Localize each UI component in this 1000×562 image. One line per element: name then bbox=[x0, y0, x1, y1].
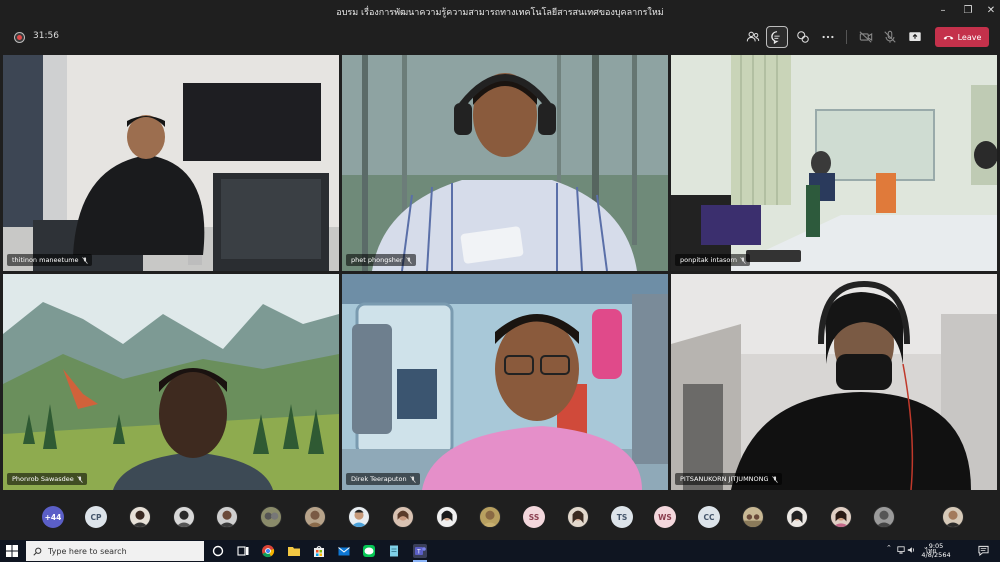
mic-muted-icon bbox=[740, 256, 746, 264]
participant-name: Direk Teeraputon bbox=[351, 475, 407, 483]
share-tray-icon[interactable] bbox=[792, 26, 814, 48]
mic-muted-icon bbox=[409, 475, 416, 483]
avatar-initials[interactable]: WS bbox=[654, 506, 676, 528]
search-placeholder: Type here to search bbox=[48, 546, 127, 556]
video-tile-1[interactable]: thitinon maneetume bbox=[3, 55, 339, 271]
line-app-icon[interactable] bbox=[362, 544, 376, 558]
mail-icon[interactable] bbox=[337, 544, 351, 558]
mic-muted-icon bbox=[771, 475, 778, 483]
mic-muted-icon bbox=[405, 256, 412, 264]
clock-time: 9:05 bbox=[928, 542, 944, 550]
avatar[interactable] bbox=[304, 506, 326, 528]
meeting-toolbar: 31:56 Leave bbox=[0, 22, 1000, 52]
avatar[interactable] bbox=[129, 506, 151, 528]
participant-name: PITSANUKORN JITJUMNONG bbox=[680, 475, 769, 483]
video-tile-4[interactable]: Phonrob Sawasdee bbox=[3, 274, 339, 490]
participant-nametag: phet phongsher bbox=[346, 254, 416, 266]
mic-off-icon[interactable] bbox=[879, 26, 901, 48]
file-explorer-icon[interactable] bbox=[287, 544, 301, 558]
close-icon[interactable]: ✕ bbox=[978, 2, 1000, 20]
clock-date: 4/8/2564 bbox=[921, 551, 951, 559]
notifications-icon[interactable] bbox=[978, 545, 989, 556]
chrome-icon[interactable] bbox=[261, 544, 275, 558]
participant-name: thitinon maneetume bbox=[12, 256, 79, 264]
avatar[interactable] bbox=[567, 506, 589, 528]
avatar[interactable] bbox=[830, 506, 852, 528]
participant-nametag: Direk Teeraputon bbox=[346, 473, 420, 485]
mic-muted-icon bbox=[77, 475, 83, 483]
participant-nametag: ponpitak intasorn bbox=[675, 254, 751, 266]
phone-hangup-icon bbox=[943, 35, 953, 40]
windows-start-icon[interactable] bbox=[6, 545, 18, 557]
title-bar: อบรม เรื่องการพัฒนาความรู้ความสามารถทางเ… bbox=[0, 0, 1000, 22]
taskbar-clock[interactable]: 9:05 4/8/2564 bbox=[914, 542, 958, 560]
tray-overflow-icon[interactable]: ⌃ bbox=[886, 544, 892, 552]
chat-icon[interactable] bbox=[766, 26, 788, 48]
notepad-icon[interactable] bbox=[387, 544, 401, 558]
avatar[interactable] bbox=[742, 506, 764, 528]
svg-text:T: T bbox=[416, 549, 421, 556]
avatar[interactable] bbox=[216, 506, 238, 528]
meeting-timer: 31:56 bbox=[33, 31, 59, 41]
participant-name: phet phongsher bbox=[351, 256, 403, 264]
leave-button[interactable]: Leave bbox=[935, 27, 989, 47]
video-feed bbox=[342, 55, 668, 271]
minimize-icon[interactable]: – bbox=[930, 2, 956, 20]
windows-taskbar: Type here to search T ⌃ ไทย 9:05 4/8/256… bbox=[0, 540, 1000, 562]
avatar[interactable] bbox=[436, 506, 458, 528]
video-feed bbox=[671, 55, 997, 271]
avatar-initials[interactable]: CP bbox=[85, 506, 107, 528]
teams-icon[interactable]: T bbox=[413, 544, 427, 558]
avatar[interactable] bbox=[392, 506, 414, 528]
avatar[interactable] bbox=[173, 506, 195, 528]
avatar-initials[interactable]: SS bbox=[523, 506, 545, 528]
video-tile-2[interactable]: phet phongsher bbox=[342, 55, 668, 271]
share-screen-icon[interactable] bbox=[904, 26, 926, 48]
participant-name: Phonrob Sawasdee bbox=[12, 475, 74, 483]
people-icon[interactable] bbox=[742, 26, 764, 48]
taskbar-search-box[interactable]: Type here to search bbox=[26, 541, 204, 561]
avatar-initials[interactable]: TS bbox=[611, 506, 633, 528]
participant-strip: +44 CP SS TS WS CC bbox=[0, 494, 1000, 540]
more-icon[interactable] bbox=[817, 26, 839, 48]
avatar-initials[interactable]: CC bbox=[698, 506, 720, 528]
store-icon[interactable] bbox=[312, 544, 326, 558]
window-title: อบรม เรื่องการพัฒนาความรู้ความสามารถทางเ… bbox=[336, 8, 664, 18]
search-icon bbox=[33, 547, 42, 556]
leave-label: Leave bbox=[957, 32, 982, 42]
participant-nametag: Phonrob Sawasdee bbox=[7, 473, 87, 485]
participant-name: ponpitak intasorn bbox=[680, 256, 738, 264]
camera-off-icon[interactable] bbox=[855, 26, 877, 48]
toolbar-divider bbox=[846, 30, 847, 44]
video-tile-3[interactable]: ponpitak intasorn bbox=[671, 55, 997, 271]
avatar[interactable] bbox=[873, 506, 895, 528]
avatar[interactable] bbox=[260, 506, 282, 528]
video-feed bbox=[3, 274, 339, 490]
task-view-icon[interactable] bbox=[236, 544, 250, 558]
avatar[interactable] bbox=[942, 506, 964, 528]
video-feed bbox=[3, 55, 339, 271]
network-icon[interactable] bbox=[897, 546, 905, 554]
video-tile-6[interactable]: PITSANUKORN JITJUMNONG bbox=[671, 274, 997, 490]
teams-meeting-window: อบรม เรื่องการพัฒนาความรู้ความสามารถทางเ… bbox=[0, 0, 1000, 562]
participant-nametag: PITSANUKORN JITJUMNONG bbox=[675, 473, 782, 485]
avatar[interactable] bbox=[786, 506, 808, 528]
video-tile-5[interactable]: Direk Teeraputon bbox=[342, 274, 668, 490]
participant-nametag: thitinon maneetume bbox=[7, 254, 92, 266]
avatar[interactable] bbox=[348, 506, 370, 528]
mic-muted-icon bbox=[81, 256, 88, 264]
overflow-participants-avatar[interactable]: +44 bbox=[42, 506, 64, 528]
video-feed bbox=[342, 274, 668, 490]
recording-icon bbox=[15, 33, 24, 42]
video-feed bbox=[671, 274, 997, 490]
avatar[interactable] bbox=[479, 506, 501, 528]
cortana-icon[interactable] bbox=[211, 544, 225, 558]
